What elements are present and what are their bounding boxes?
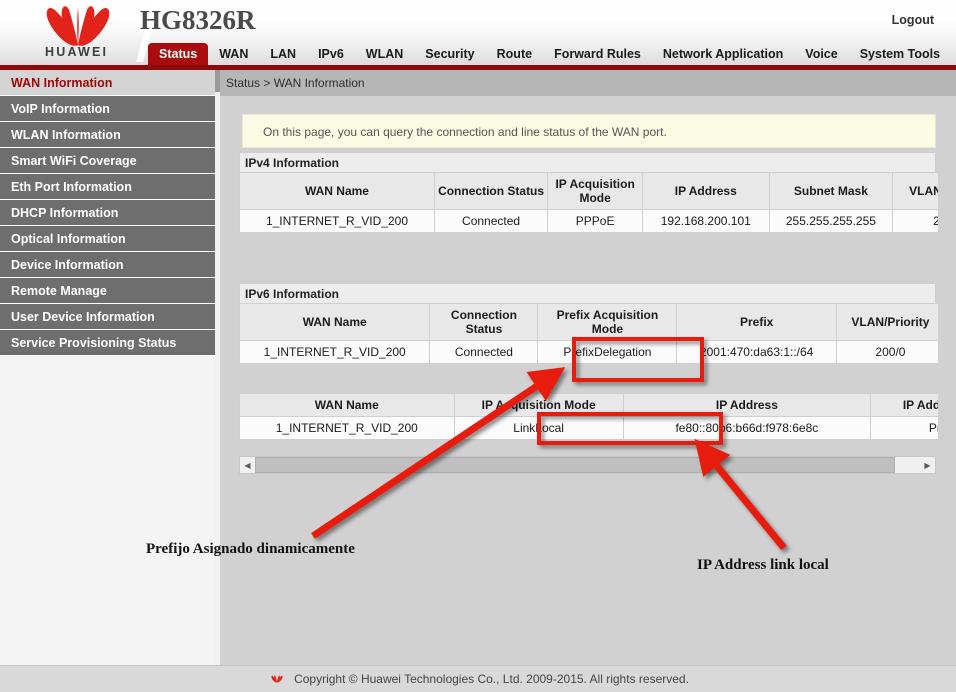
table-cell: Connected (430, 341, 538, 364)
table-cell: LinkLocal (454, 417, 623, 440)
ipv4-table-viewport: WAN NameConnection StatusIP Acquisition … (239, 172, 938, 262)
huawei-flower-icon (22, 5, 134, 47)
table-cell: Preferred (871, 417, 938, 440)
ipv4-panel-title: IPv4 Information (239, 152, 936, 172)
tables-horizontal-scrollbar[interactable]: ◀ ▶ (239, 456, 936, 474)
table-cell: 1_INTERNET_R_VID_200 (240, 341, 430, 364)
nav-item-network-application[interactable]: Network Application (652, 43, 794, 65)
nav-item-forward-rules[interactable]: Forward Rules (543, 43, 652, 65)
annotation-label-prefix: Prefijo Asignado dinamicamente (146, 541, 355, 558)
col-header-vlan-priority: VLAN/Priority (893, 173, 938, 210)
table-cell: Connected (434, 210, 547, 233)
page-footer: Copyright © Huawei Technologies Co., Ltd… (0, 665, 956, 692)
sidebar-item-dhcp-information[interactable]: DHCP Information (0, 200, 220, 226)
sidebar-item-optical-information[interactable]: Optical Information (0, 226, 220, 252)
annotation-label-link-local: IP Address link local (697, 557, 829, 574)
copyright-text: Copyright © Huawei Technologies Co., Ltd… (294, 672, 689, 686)
nav-item-status[interactable]: Status (148, 43, 208, 65)
ipv6-address-table: WAN NameIP Acquisition ModeIP AddressIP … (239, 393, 938, 440)
sidebar-item-wan-information[interactable]: WAN Information (0, 70, 220, 96)
col-header-wan-name: WAN Name (240, 394, 455, 417)
sidebar-item-remote-manage[interactable]: Remote Manage (0, 278, 220, 304)
sidebar-item-wlan-information[interactable]: WLAN Information (0, 122, 220, 148)
sidebar-item-device-information[interactable]: Device Information (0, 252, 220, 278)
ipv6-address-table-header-row: WAN NameIP Acquisition ModeIP AddressIP … (240, 394, 939, 417)
table-cell: PPPoE (548, 210, 643, 233)
sidebar-item-voip-information[interactable]: VoIP Information (0, 96, 220, 122)
col-header-prefix: Prefix (677, 304, 837, 341)
nav-item-wan[interactable]: WAN (208, 43, 259, 65)
ipv4-table-header-row: WAN NameConnection StatusIP Acquisition … (240, 173, 939, 210)
nav-item-security[interactable]: Security (414, 43, 485, 65)
col-header-wan-name: WAN Name (240, 173, 435, 210)
col-header-vlan-priority: VLAN/Priority (836, 304, 938, 341)
col-header-ip-acquisition-mode: IP Acquisition Mode (548, 173, 643, 210)
main-nav: StatusWANLANIPv6WLANSecurityRouteForward… (0, 43, 956, 65)
scrollbar-thumb[interactable] (255, 457, 895, 473)
ipv4-table: WAN NameConnection StatusIP Acquisition … (239, 172, 938, 233)
col-header-wan-name: WAN Name (240, 304, 430, 341)
nav-item-wlan[interactable]: WLAN (355, 43, 415, 65)
sidebar-item-eth-port-information[interactable]: Eth Port Information (0, 174, 220, 200)
col-header-prefix-acquisition-mode: Prefix Acquisition Mode (538, 304, 677, 341)
table-row: 1_INTERNET_R_VID_200ConnectedPrefixDeleg… (240, 341, 939, 364)
scroll-right-arrow-icon[interactable]: ▶ (920, 457, 935, 473)
sidebar-items: WAN InformationVoIP InformationWLAN Info… (0, 70, 220, 356)
nav-item-voice[interactable]: Voice (794, 43, 848, 65)
table-cell: 200/0 (836, 341, 938, 364)
huawei-flower-small-icon (267, 671, 287, 687)
table-cell: PrefixDelegation (538, 341, 677, 364)
huawei-footer-logo-icon (267, 671, 287, 687)
ipv6-table-header-row: WAN NameConnection StatusPrefix Acquisit… (240, 304, 939, 341)
table-cell: 2001:470:da63:1::/64 (677, 341, 837, 364)
breadcrumb: Status > WAN Information (220, 70, 956, 96)
col-header-connection-status: Connection Status (430, 304, 538, 341)
nav-item-ipv6[interactable]: IPv6 (307, 43, 355, 65)
scroll-left-arrow-icon[interactable]: ◀ (240, 457, 255, 473)
sidebar: WAN InformationVoIP InformationWLAN Info… (0, 70, 220, 665)
table-row: 1_INTERNET_R_VID_200LinkLocalfe80::80b6:… (240, 417, 939, 440)
table-cell: 1_INTERNET_R_VID_200 (240, 417, 455, 440)
nav-item-lan[interactable]: LAN (259, 43, 307, 65)
ipv6-table: WAN NameConnection StatusPrefix Acquisit… (239, 303, 938, 364)
table-row: 1_INTERNET_R_VID_200ConnectedPPPoE192.16… (240, 210, 939, 233)
page-title: HG8326R (140, 5, 256, 36)
table-cell: fe80::80b6:b66d:f978:6e8c (623, 417, 870, 440)
col-header-ip-address: IP Address (623, 394, 870, 417)
table-cell: 1_INTERNET_R_VID_200 (240, 210, 435, 233)
col-header-subnet-mask: Subnet Mask (769, 173, 893, 210)
main-nav-items: StatusWANLANIPv6WLANSecurityRouteForward… (148, 43, 951, 65)
router-admin-page: HUAWEI HG8326R Logout StatusWANLANIPv6WL… (0, 0, 956, 692)
sidebar-item-user-device-information[interactable]: User Device Information (0, 304, 220, 330)
info-banner: On this page, you can query the connecti… (242, 114, 936, 148)
ipv6-address-table-viewport: WAN NameIP Acquisition ModeIP AddressIP … (239, 393, 938, 443)
col-header-ip-acquisition-mode: IP Acquisition Mode (454, 394, 623, 417)
col-header-ip-address-status: IP Address Status (871, 394, 938, 417)
logout-button[interactable]: Logout (892, 13, 934, 27)
ipv6-table-viewport: WAN NameConnection StatusPrefix Acquisit… (239, 303, 938, 373)
sidebar-item-service-provisioning-status[interactable]: Service Provisioning Status (0, 330, 220, 356)
table-cell: 192.168.200.101 (643, 210, 769, 233)
ipv6-panel-title: IPv6 Information (239, 283, 936, 303)
scrollbar-track[interactable] (255, 457, 920, 473)
page-header: HUAWEI HG8326R Logout StatusWANLANIPv6WL… (0, 0, 956, 65)
col-header-connection-status: Connection Status (434, 173, 547, 210)
table-cell: 255.255.255.255 (769, 210, 893, 233)
sidebar-item-smart-wifi-coverage[interactable]: Smart WiFi Coverage (0, 148, 220, 174)
nav-item-route[interactable]: Route (486, 43, 543, 65)
nav-item-system-tools[interactable]: System Tools (849, 43, 951, 65)
col-header-ip-address: IP Address (643, 173, 769, 210)
table-cell: 200/0 (893, 210, 938, 233)
